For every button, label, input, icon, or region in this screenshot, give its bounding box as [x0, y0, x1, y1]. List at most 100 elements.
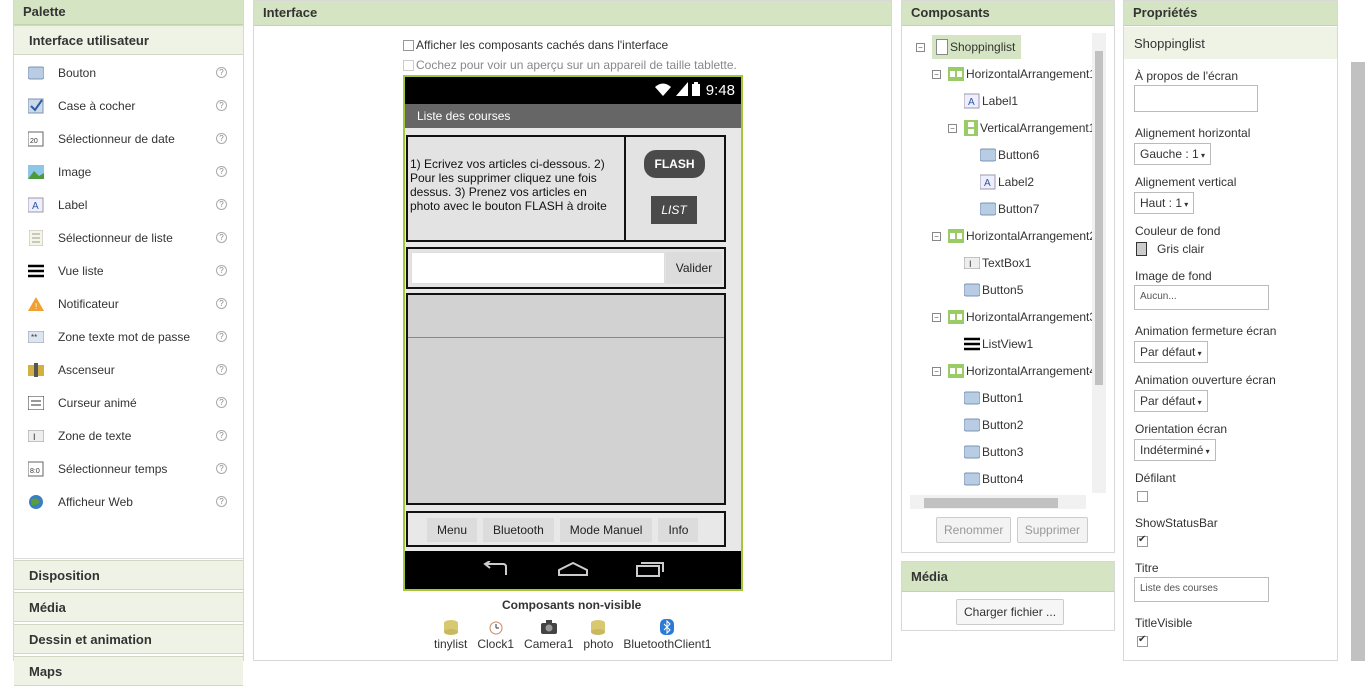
- tree-node[interactable]: HorizontalArrangement3: [948, 307, 1096, 327]
- nonvisible-4[interactable]: BluetoothClient1: [623, 619, 711, 651]
- list-button[interactable]: LIST: [651, 196, 697, 224]
- tree-node[interactable]: Button2: [964, 415, 1023, 435]
- tablet-checkbox[interactable]: [403, 60, 414, 72]
- palette-item-0[interactable]: Bouton?: [14, 56, 243, 89]
- tree-node[interactable]: HorizontalArrangement4: [948, 361, 1096, 381]
- help-icon[interactable]: ?: [216, 298, 227, 309]
- palette-item-5[interactable]: Sélectionneur de liste?: [14, 221, 243, 254]
- tree-node[interactable]: Button7: [980, 199, 1039, 219]
- tree-node[interactable]: Button1: [964, 388, 1023, 408]
- bluetooth-icon: [660, 619, 675, 637]
- category-layout[interactable]: Disposition: [14, 560, 243, 590]
- tree-node-label: HorizontalArrangement4: [966, 364, 1097, 378]
- collapse-toggle-icon[interactable]: −: [948, 124, 957, 133]
- nonvisible-1[interactable]: Clock1: [477, 619, 514, 651]
- palette-item-8[interactable]: ** Zone texte mot de passe?: [14, 320, 243, 353]
- delete-button[interactable]: Supprimer: [1016, 517, 1089, 543]
- palette-item-6[interactable]: Vue liste?: [14, 254, 243, 287]
- back-icon[interactable]: [482, 559, 510, 580]
- help-icon[interactable]: ?: [216, 199, 227, 210]
- tree-node[interactable]: Shoppinglist: [932, 35, 1022, 59]
- nonvisible-2[interactable]: Camera1: [524, 619, 573, 651]
- text-input[interactable]: [411, 252, 665, 284]
- status-bar-checkbox[interactable]: [1137, 534, 1148, 547]
- tree-node-label: ListView1: [982, 337, 1034, 351]
- palette-item-4[interactable]: A Label?: [14, 188, 243, 221]
- tree-node[interactable]: A Label2: [980, 172, 1034, 192]
- category-media[interactable]: Média: [14, 592, 243, 622]
- tree-hscrollbar[interactable]: [910, 495, 1086, 509]
- show-hidden-row[interactable]: Afficher les composants cachés dans l'in…: [403, 38, 668, 52]
- tree-node[interactable]: I TextBox1: [964, 253, 1031, 273]
- tree-node[interactable]: Button3: [964, 442, 1023, 462]
- palette-item-13[interactable]: Afficheur Web?: [14, 485, 243, 518]
- help-icon[interactable]: ?: [216, 265, 227, 276]
- help-icon[interactable]: ?: [216, 166, 227, 177]
- vertical-arrangement-icon: [964, 120, 978, 136]
- info-button[interactable]: Info: [658, 518, 699, 542]
- category-user-interface[interactable]: Interface utilisateur: [14, 25, 243, 55]
- help-icon[interactable]: ?: [216, 397, 227, 408]
- media-panel: Média Charger fichier ...: [901, 561, 1115, 631]
- collapse-toggle-icon[interactable]: −: [916, 43, 925, 52]
- collapse-toggle-icon[interactable]: −: [932, 70, 941, 79]
- tree-node[interactable]: A Label1: [964, 91, 1018, 111]
- palette-item-7[interactable]: ! Notificateur?: [14, 287, 243, 320]
- help-icon[interactable]: ?: [216, 463, 227, 474]
- recent-apps-icon[interactable]: [636, 561, 664, 580]
- home-icon[interactable]: [558, 561, 588, 580]
- validate-button[interactable]: Valider: [666, 252, 722, 284]
- orientation-select[interactable]: Indéterminé: [1134, 439, 1216, 461]
- flash-button[interactable]: FLASH: [644, 150, 705, 178]
- tree-node[interactable]: HorizontalArrangement2: [948, 226, 1096, 246]
- palette-item-3[interactable]: Image?: [14, 155, 243, 188]
- collapse-toggle-icon[interactable]: −: [932, 232, 941, 241]
- list-view[interactable]: [408, 337, 724, 338]
- nonvisible-0[interactable]: tinylist: [434, 619, 467, 651]
- collapse-toggle-icon[interactable]: −: [932, 313, 941, 322]
- halign-select[interactable]: Gauche : 1: [1134, 143, 1211, 165]
- palette-item-2[interactable]: 20 Sélectionneur de date?: [14, 122, 243, 155]
- manual-mode-button[interactable]: Mode Manuel: [559, 518, 653, 542]
- tree-node[interactable]: ListView1: [964, 334, 1033, 354]
- help-icon[interactable]: ?: [216, 430, 227, 441]
- tablet-row[interactable]: Cochez pour voir un aperçu sur un appare…: [403, 58, 737, 72]
- palette-item-12[interactable]: 8:0 Sélectionneur temps?: [14, 452, 243, 485]
- help-icon[interactable]: ?: [216, 232, 227, 243]
- nonvisible-label: Clock1: [477, 637, 515, 651]
- tree-node[interactable]: VerticalArrangement1: [964, 118, 1095, 138]
- palette-item-11[interactable]: I Zone de texte?: [14, 419, 243, 452]
- valign-select[interactable]: Haut : 1: [1134, 192, 1195, 214]
- close-anim-select[interactable]: Par défaut: [1134, 341, 1208, 363]
- open-anim-select[interactable]: Par défaut: [1134, 390, 1208, 412]
- show-hidden-checkbox[interactable]: [403, 40, 414, 52]
- rename-button[interactable]: Renommer: [936, 517, 1012, 543]
- title-visible-checkbox[interactable]: [1137, 634, 1148, 647]
- bg-image-input[interactable]: Aucun...: [1134, 285, 1269, 310]
- tree-node[interactable]: Button4: [964, 469, 1023, 489]
- help-icon[interactable]: ?: [216, 331, 227, 342]
- palette-item-1[interactable]: Case à cocher?: [14, 89, 243, 122]
- about-textarea[interactable]: [1134, 85, 1258, 112]
- title-input[interactable]: Liste des courses: [1134, 577, 1269, 602]
- page-scrollbar[interactable]: [1351, 62, 1365, 661]
- help-icon[interactable]: ?: [216, 67, 227, 78]
- tree-vscrollbar[interactable]: [1092, 33, 1106, 493]
- tree-node[interactable]: Button6: [980, 145, 1039, 165]
- category-drawing[interactable]: Dessin et animation: [14, 624, 243, 654]
- upload-file-button[interactable]: Charger fichier ...: [956, 599, 1065, 625]
- nonvisible-3[interactable]: photo: [583, 619, 613, 651]
- scrollable-checkbox[interactable]: [1137, 491, 1148, 502]
- collapse-toggle-icon[interactable]: −: [932, 367, 941, 376]
- palette-item-9[interactable]: Ascenseur?: [14, 353, 243, 386]
- bluetooth-button[interactable]: Bluetooth: [483, 518, 554, 542]
- help-icon[interactable]: ?: [216, 133, 227, 144]
- help-icon[interactable]: ?: [216, 364, 227, 375]
- bg-color-picker[interactable]: Gris clair: [1136, 242, 1204, 256]
- menu-button[interactable]: Menu: [427, 518, 478, 542]
- tree-node[interactable]: HorizontalArrangement1: [948, 64, 1096, 84]
- help-icon[interactable]: ?: [216, 100, 227, 111]
- tree-node[interactable]: Button5: [964, 280, 1023, 300]
- help-icon[interactable]: ?: [216, 496, 227, 507]
- palette-item-10[interactable]: Curseur animé?: [14, 386, 243, 419]
